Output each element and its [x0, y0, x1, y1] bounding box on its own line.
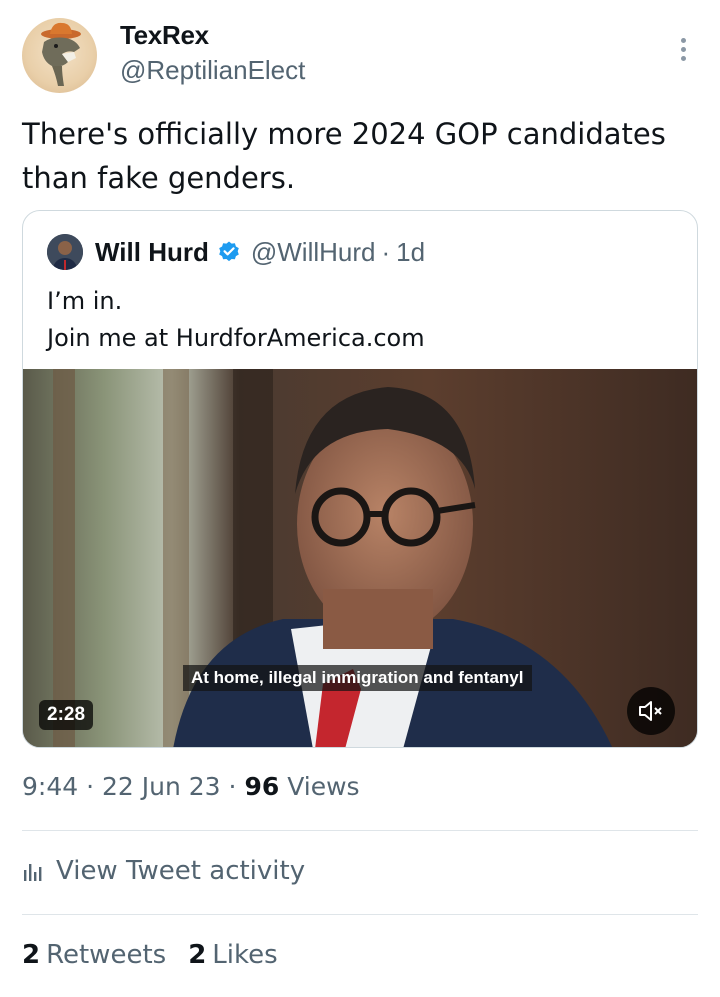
- bar-chart-icon: [24, 864, 42, 881]
- tweet-text: There's officially more 2024 GOP candida…: [22, 117, 666, 195]
- video-caption: At home, illegal immigration and fentany…: [183, 665, 532, 691]
- likes-stat[interactable]: 2 Likes: [188, 940, 277, 970]
- meta-separator: ·: [86, 772, 95, 801]
- divider: [22, 914, 698, 915]
- tweet-time[interactable]: 9:44: [22, 772, 78, 801]
- likes-label: Likes: [212, 940, 278, 970]
- more-options-icon[interactable]: [678, 38, 688, 64]
- author-avatar[interactable]: [22, 18, 97, 93]
- speaker-muted-icon: [639, 701, 662, 721]
- views-count: 96: [244, 772, 280, 801]
- views-label: Views: [287, 772, 360, 801]
- meta-separator: ·: [228, 772, 237, 801]
- video-player[interactable]: At home, illegal immigration and fentany…: [23, 369, 697, 747]
- quoted-tweet-header: Will Hurd @WillHurd · 1d: [47, 231, 425, 273]
- quoted-tweet-line-1: I’m in.: [47, 287, 123, 315]
- quoted-tweet-time[interactable]: 1d: [396, 237, 425, 268]
- quoted-tweet-line-2: Join me at HurdforAmerica.com: [47, 324, 425, 352]
- quoted-tweet-text: I’m in. Join me at HurdforAmerica.com: [47, 283, 425, 357]
- person-avatar-icon: [47, 234, 83, 270]
- quoted-author-avatar[interactable]: [47, 234, 83, 270]
- likes-count: 2: [188, 940, 207, 970]
- quoted-author-name[interactable]: Will Hurd: [95, 237, 209, 268]
- retweets-label: Retweets: [46, 940, 167, 970]
- author-display-name[interactable]: TexRex: [120, 20, 305, 51]
- dinosaur-cowboy-hat-avatar-icon: [41, 22, 81, 86]
- video-frame-image: [23, 369, 697, 747]
- verified-badge-icon: [219, 241, 239, 262]
- quoted-tweet-card[interactable]: Will Hurd @WillHurd · 1d I’m in. Join me…: [22, 210, 698, 748]
- author-handle[interactable]: @ReptilianElect: [120, 55, 305, 86]
- tweet-header: TexRex @ReptilianElect: [22, 16, 698, 96]
- retweets-count: 2: [22, 940, 41, 970]
- divider: [22, 830, 698, 831]
- separator-dot: ·: [381, 236, 391, 267]
- tweet-stats: 2 Retweets 2 Likes: [22, 940, 300, 970]
- quoted-author-handle[interactable]: @WillHurd: [251, 237, 376, 268]
- retweets-stat[interactable]: 2 Retweets: [22, 940, 166, 970]
- tweet-date[interactable]: 22 Jun 23: [102, 772, 221, 801]
- view-tweet-activity-label: View Tweet activity: [56, 856, 306, 886]
- author-names: TexRex @ReptilianElect: [120, 20, 305, 86]
- tweet-meta: 9:44 · 22 Jun 23 · 96 Views: [22, 772, 360, 801]
- video-duration-badge: 2:28: [39, 700, 94, 730]
- view-tweet-activity-link[interactable]: View Tweet activity: [22, 856, 305, 886]
- mute-button[interactable]: [627, 687, 675, 735]
